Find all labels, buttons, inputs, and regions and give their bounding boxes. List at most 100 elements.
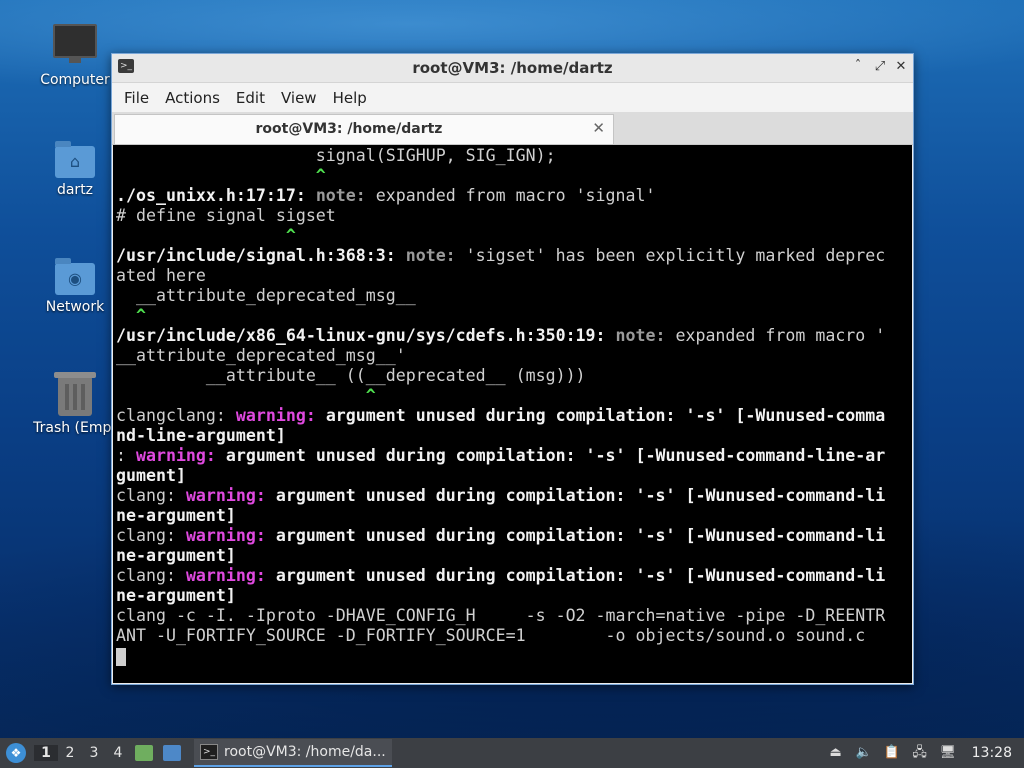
terminal-segment: argument unused during compilation: '-s'… [225, 446, 886, 465]
terminal-line: __attribute__ ((__deprecated__ (msg))) [116, 366, 911, 386]
desktop-icon-label: Trash (Empt [33, 420, 117, 436]
terminal-segment: warning: [185, 526, 276, 545]
tab-terminal[interactable]: root@VM3: /home/dartz ✕ [114, 114, 614, 144]
terminal-segment: clang: [116, 566, 186, 585]
terminal-segment: argument unused during compilation: '-s'… [275, 566, 886, 585]
terminal-line: nd-line-argument] [116, 426, 911, 446]
terminal-icon: >_ [200, 744, 218, 760]
terminal-segment: /usr/include/signal.h:368:3: [116, 246, 406, 265]
terminal-line: : warning: argument unused during compil… [116, 446, 911, 466]
terminal-line: clang -c -I. -Iproto -DHAVE_CONFIG_H -s … [116, 606, 911, 626]
terminal-window: >_ root@VM3: /home/dartz ˆ ⤢ ✕ File Acti… [111, 53, 914, 685]
terminal-segment: __attribute_deprecated_msg__' [116, 346, 406, 365]
terminal-segment: __attribute__ ((__deprecated__ (msg))) [116, 366, 586, 385]
terminal-segment: warning: [185, 486, 276, 505]
terminal-segment: ANT -U_FORTIFY_SOURCE -D_FORTIFY_SOURCE=… [116, 626, 866, 645]
trash-icon [54, 372, 96, 416]
terminal-segment: note: [315, 186, 376, 205]
desktop-icon-label: dartz [56, 182, 94, 198]
terminal-segment: signal(SIGHUP, SIG_IGN); [116, 146, 556, 165]
terminal-line: ^ [116, 306, 911, 326]
desktop-icon-label: Computer [40, 72, 110, 88]
volume-icon[interactable]: 🔈 [856, 745, 872, 761]
terminal-segment: ^ [116, 386, 376, 405]
terminal-line: /usr/include/x86_64-linux-gnu/sys/cdefs.… [116, 326, 911, 346]
clipboard-icon[interactable]: 📋 [884, 745, 900, 761]
terminal-line: __attribute_deprecated_msg__' [116, 346, 911, 366]
terminal-line: /usr/include/signal.h:368:3: note: 'sigs… [116, 246, 911, 266]
terminal-line: ^ [116, 166, 911, 186]
terminal-line: ANT -U_FORTIFY_SOURCE -D_FORTIFY_SOURCE=… [116, 626, 911, 646]
terminal-line: ne-argument] [116, 546, 911, 566]
terminal-segment: warning: [235, 406, 326, 425]
menu-edit[interactable]: Edit [228, 89, 273, 107]
terminal-line: ated here [116, 266, 911, 286]
eject-icon[interactable]: ⏏ [828, 745, 844, 761]
terminal-segment: argument unused during compilation: '-s'… [275, 486, 886, 505]
clock[interactable]: 13:28 [972, 745, 1012, 761]
show-desktop-icon[interactable] [163, 745, 181, 761]
menu-help[interactable]: Help [325, 89, 375, 107]
terminal-segment: warning: [185, 566, 276, 585]
workspace-3[interactable]: 3 [82, 745, 106, 761]
terminal-line: signal(SIGHUP, SIG_IGN); [116, 146, 911, 166]
terminal-segment: note: [405, 246, 466, 265]
workspace-2[interactable]: 2 [58, 745, 82, 761]
terminal-segment: ne-argument] [116, 586, 236, 605]
menu-view[interactable]: View [273, 89, 325, 107]
network-icon[interactable]: 🖧 [912, 745, 928, 761]
terminal-segment: ated here [116, 266, 206, 285]
menubar: File Actions Edit View Help [112, 83, 913, 112]
terminal-text: signal(SIGHUP, SIG_IGN); ^ ./os_unixx.h:1… [114, 146, 911, 666]
desktop-icon-dartz[interactable]: ⌂ dartz [27, 141, 123, 198]
terminal-output[interactable]: signal(SIGHUP, SIG_IGN); ^ ./os_unixx.h:1… [113, 145, 912, 683]
computer-icon [53, 24, 97, 63]
tab-close-icon[interactable]: ✕ [592, 119, 605, 137]
menu-file[interactable]: File [116, 89, 157, 107]
desktop-icon-trash[interactable]: Trash (Empt [27, 372, 123, 436]
terminal-segment: ne-argument] [116, 506, 236, 525]
desktop-icon-network[interactable]: ◉ Network [27, 258, 123, 315]
terminal-segment: clang: [116, 486, 186, 505]
terminal-line: ^ [116, 226, 911, 246]
minimize-button[interactable]: ˆ [849, 58, 867, 76]
taskbar-task-terminal[interactable]: >_ root@VM3: /home/da... [194, 739, 392, 767]
terminal-line: ^ [116, 386, 911, 406]
taskbar: ❖ 1 2 3 4 >_ root@VM3: /home/da... ⏏ 🔈 📋… [0, 738, 1024, 768]
terminal-line: __attribute_deprecated_msg__ [116, 286, 911, 306]
terminal-line: clang: warning: argument unused during c… [116, 566, 911, 586]
terminal-segment: /usr/include/x86_64-linux-gnu/sys/cdefs.… [116, 326, 616, 345]
terminal-line: gument] [116, 466, 911, 486]
terminal-line: clang: warning: argument unused during c… [116, 486, 911, 506]
workspace-1[interactable]: 1 [34, 745, 58, 761]
terminal-segment: note: [615, 326, 676, 345]
terminal-line: # define signal sigset [116, 206, 911, 226]
maximize-button[interactable]: ⤢ [871, 58, 889, 76]
terminal-line: clang: warning: argument unused during c… [116, 526, 911, 546]
terminal-segment: nd-line-argument] [116, 426, 286, 445]
terminal-segment: ^ [116, 306, 146, 325]
window-titlebar[interactable]: >_ root@VM3: /home/dartz ˆ ⤢ ✕ [112, 54, 913, 83]
terminal-segment: expanded from macro 'signal' [375, 186, 656, 205]
file-manager-icon[interactable] [135, 745, 153, 761]
task-label: root@VM3: /home/da... [224, 744, 386, 760]
text-cursor [116, 647, 126, 666]
terminal-segment: : [116, 446, 136, 465]
workspace-4[interactable]: 4 [106, 745, 130, 761]
terminal-line: ./os_unixx.h:17:17: note: expanded from … [116, 186, 911, 206]
close-button[interactable]: ✕ [892, 58, 910, 76]
terminal-segment: gument] [116, 466, 186, 485]
desktop-icon-label: Network [45, 299, 105, 315]
terminal-segment: __attribute_deprecated_msg__ [116, 286, 416, 305]
start-menu-icon[interactable]: ❖ [6, 743, 26, 763]
update-notifier-icon[interactable]: 🖥 [940, 745, 957, 761]
tab-bar: root@VM3: /home/dartz ✕ [112, 112, 913, 145]
network-folder-icon: ◉ [55, 258, 95, 295]
menu-actions[interactable]: Actions [157, 89, 228, 107]
system-tray: ⏏ 🔈 📋 🖧 🖥 13:28 [822, 738, 1024, 768]
desktop-icon-computer[interactable]: Computer [27, 24, 123, 88]
terminal-prompt-line [116, 646, 911, 666]
terminal-segment: clang -c -I. -Iproto -DHAVE_CONFIG_H -s … [116, 606, 886, 625]
terminal-segment: # define signal sigset [116, 206, 336, 225]
terminal-segment: argument unused during compilation: '-s'… [325, 406, 886, 425]
